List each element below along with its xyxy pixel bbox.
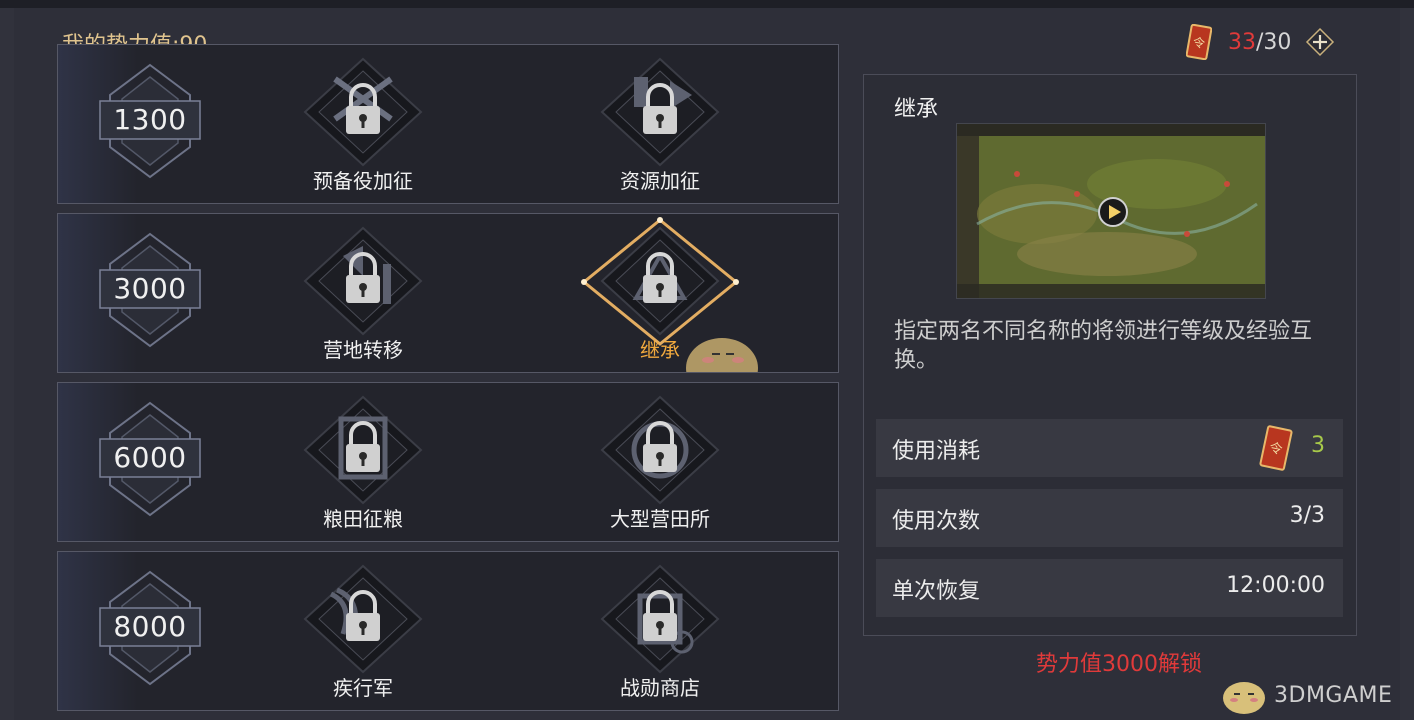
skill-label: 大型营田所 bbox=[610, 507, 710, 531]
skill-forced-march[interactable]: 疾行军 bbox=[273, 564, 453, 704]
recover-value: 12:00:00 bbox=[1226, 573, 1325, 598]
skill-label: 资源加征 bbox=[620, 169, 700, 193]
skill-label: 战勋商店 bbox=[620, 676, 700, 700]
order-count: 33/30 bbox=[1228, 30, 1291, 55]
lock-icon bbox=[643, 421, 677, 472]
add-order-button[interactable] bbox=[1305, 27, 1335, 57]
uses-label: 使用次数 bbox=[892, 509, 981, 534]
top-strip bbox=[0, 0, 1414, 8]
skill-camp-relocation[interactable]: 营地转移 bbox=[273, 226, 453, 366]
watermark: 3DMGAME bbox=[1220, 672, 1392, 718]
lock-icon bbox=[346, 421, 380, 472]
recover-label: 单次恢复 bbox=[892, 579, 981, 604]
uses-value: 3/3 bbox=[1289, 503, 1325, 528]
order-count-max: /30 bbox=[1256, 29, 1292, 55]
tier-row-8000: 8000 疾行军 战勋商店 bbox=[57, 551, 839, 711]
detail-panel: 继承 指定两名不同名称的将领进行等级及经验互换。 使用消耗 令 3 使用次数 3… bbox=[863, 74, 1357, 636]
currency-bar: 令 33/30 bbox=[1186, 22, 1335, 62]
skill-label: 粮田征粮 bbox=[323, 507, 403, 531]
lock-icon bbox=[346, 590, 380, 641]
tier-threshold: 8000 bbox=[113, 610, 187, 643]
skill-label: 疾行军 bbox=[333, 676, 393, 700]
recover-row: 单次恢复 12:00:00 bbox=[876, 559, 1343, 617]
mascot-logo-icon bbox=[1223, 682, 1265, 714]
skill-farmland-levy[interactable]: 粮田征粮 bbox=[273, 395, 453, 535]
skill-reserve-levy[interactable]: 预备役加征 bbox=[273, 57, 453, 197]
skill-large-farm[interactable]: 大型营田所 bbox=[570, 395, 750, 535]
mascot-icon bbox=[686, 338, 758, 372]
order-token-icon: 令 bbox=[1186, 24, 1212, 60]
tier-threshold: 3000 bbox=[113, 272, 187, 305]
skill-label: 营地转移 bbox=[323, 338, 403, 362]
order-count-have: 33 bbox=[1228, 29, 1256, 55]
video-preview[interactable] bbox=[956, 123, 1266, 299]
svg-text:令: 令 bbox=[1192, 34, 1206, 51]
detail-title: 继承 bbox=[894, 97, 939, 122]
uses-row: 使用次数 3/3 bbox=[876, 489, 1343, 547]
lock-icon bbox=[346, 252, 380, 303]
cost-value: 3 bbox=[1311, 433, 1325, 458]
play-icon[interactable] bbox=[1097, 196, 1129, 228]
skill-resource-levy[interactable]: 资源加征 bbox=[570, 57, 750, 197]
lock-icon bbox=[346, 83, 380, 134]
cost-row: 使用消耗 令 3 bbox=[876, 419, 1343, 477]
tier-row-6000: 6000 粮田征粮 大型营田所 bbox=[57, 382, 839, 542]
watermark-text: 3DMGAME bbox=[1274, 682, 1393, 708]
tier-row-1300: 1300 预备役加征 资源加征 bbox=[57, 44, 839, 204]
skill-label: 预备役加征 bbox=[313, 169, 413, 193]
skill-description: 指定两名不同名称的将领进行等级及经验互换。 bbox=[894, 319, 1313, 373]
skill-inherit[interactable]: 继承 bbox=[570, 217, 758, 372]
order-token-icon: 令 bbox=[1259, 425, 1293, 471]
tier-threshold: 6000 bbox=[113, 441, 187, 474]
skill-merit-shop[interactable]: 战勋商店 bbox=[570, 564, 750, 704]
unlock-hint: 势力值3000解锁 bbox=[1036, 652, 1202, 677]
cost-label: 使用消耗 bbox=[892, 439, 981, 464]
lock-icon bbox=[643, 590, 677, 641]
tier-row-3000: 3000 营地转移 继承 bbox=[57, 213, 839, 373]
tier-threshold: 1300 bbox=[113, 103, 187, 136]
lock-icon bbox=[643, 83, 677, 134]
